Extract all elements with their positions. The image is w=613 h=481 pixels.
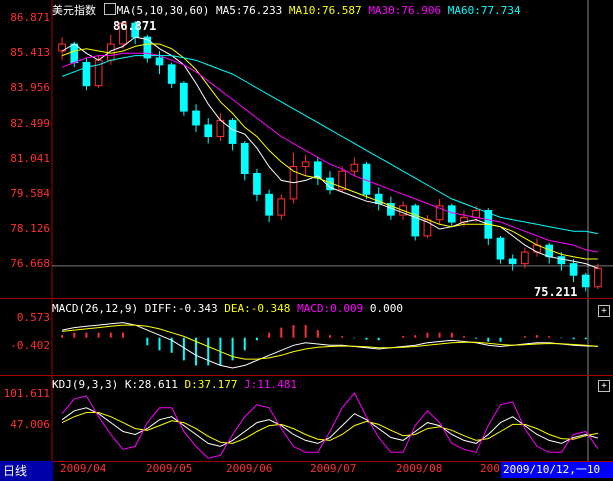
candle-body [594, 267, 602, 288]
candle-body [447, 205, 456, 223]
price-tick: 82.499 [10, 117, 50, 130]
candle-body [496, 237, 505, 260]
price-tick: 85.413 [10, 46, 50, 59]
price-tick: 78.126 [10, 222, 50, 235]
kdj-tick: 101.611 [3, 387, 50, 400]
x-tick: 2009/06 [226, 462, 273, 475]
macd-tick: 0.573 [16, 311, 50, 324]
x-tick: 2009/05 [146, 462, 193, 475]
ma10-value: MA10:76.587 [288, 4, 362, 17]
candle-body [180, 82, 188, 112]
candle-body [569, 263, 578, 276]
candle-body [216, 119, 225, 138]
cursor-date-text: 2009/10/12,一 [503, 463, 587, 476]
candle-body [192, 110, 200, 126]
macd-dea: DEA:-0.348 [224, 302, 291, 315]
macd-line-dea [62, 324, 598, 360]
candle-body [70, 43, 79, 64]
x-tick: 2009/07 [310, 462, 357, 475]
candle-body [228, 119, 237, 144]
chart-title: 美元指数 [52, 4, 96, 17]
x-tick: 2009/09 [480, 462, 500, 475]
candle-body [472, 209, 480, 218]
macd-zero: 0.000 [369, 302, 404, 315]
macd-params: MACD(26,12,9) [52, 302, 139, 315]
candle-body [155, 57, 164, 66]
candle-body [557, 256, 566, 265]
price-tick: 76.668 [10, 257, 50, 270]
kdj-line-d [61, 412, 598, 444]
candle-body [167, 64, 176, 84]
candle-body [411, 205, 420, 237]
ma-line-ma10 [61, 43, 598, 260]
cursor-date-readout: 2009/10/12,一10 [501, 462, 613, 478]
price-tick: 81.041 [10, 152, 50, 165]
macd-value: MACD:0.009 [297, 302, 364, 315]
kdj-tick: 47.006 [10, 418, 50, 431]
timeframe-selector[interactable]: 日线 [0, 461, 53, 481]
candle-body [240, 142, 249, 174]
ma30-value: MA30:76.906 [368, 4, 442, 17]
x-tick: 2009/04 [60, 462, 107, 475]
candle-body [204, 124, 213, 138]
kdj-k: K:28.611 [124, 378, 178, 391]
macd-diff: DIFF:-0.343 [144, 302, 218, 315]
cursor-date-tail: 10 [586, 463, 601, 476]
candle-body [253, 172, 261, 195]
candle-body [301, 161, 310, 168]
price-tick: 86.871 [10, 11, 50, 24]
candle-body [581, 274, 590, 288]
kdj-d: D:37.177 [184, 378, 238, 391]
kdj-j: J:11.481 [244, 378, 298, 391]
candle-body [143, 36, 152, 59]
candle-body [508, 258, 517, 265]
high-price-label: 86.871 [113, 19, 157, 33]
macd-legend: MACD(26,12,9) DIFF:-0.343 DEA:-0.348 MAC… [52, 302, 403, 315]
price-tick: 79.584 [10, 187, 50, 200]
candle-body [277, 198, 286, 216]
ma-line-ma30 [61, 52, 598, 253]
stock-chart-window: 美元指数 MA(5,10,30,60) MA5:76.233 MA10:76.5… [0, 0, 613, 481]
candle-body [106, 43, 115, 61]
candle-body [350, 163, 359, 172]
candle-body [82, 62, 91, 87]
ma-toggle-icon[interactable] [103, 3, 116, 15]
ma60-value: MA60:77.734 [447, 4, 521, 17]
price-tick: 83.956 [10, 81, 50, 94]
kdj-legend: KDJ(9,3,3) K:28.611 D:37.177 J:11.481 [52, 378, 297, 391]
macd-tick: -0.402 [10, 339, 50, 352]
price-legend: 美元指数 MA(5,10,30,60) MA5:76.233 MA10:76.5… [52, 3, 521, 17]
low-price-label: 75.211 [534, 285, 578, 299]
candle-body [265, 193, 273, 216]
kdj-params: KDJ(9,3,3) [52, 378, 119, 391]
x-tick: 2009/08 [396, 462, 443, 475]
candle-body [520, 251, 529, 265]
ma-line-ma60 [61, 55, 598, 235]
ma-params: MA(5,10,30,60) [116, 4, 210, 17]
price-chart[interactable] [0, 0, 613, 298]
ma5-value: MA5:76.233 [215, 4, 283, 17]
kdj-line-j [61, 392, 599, 459]
